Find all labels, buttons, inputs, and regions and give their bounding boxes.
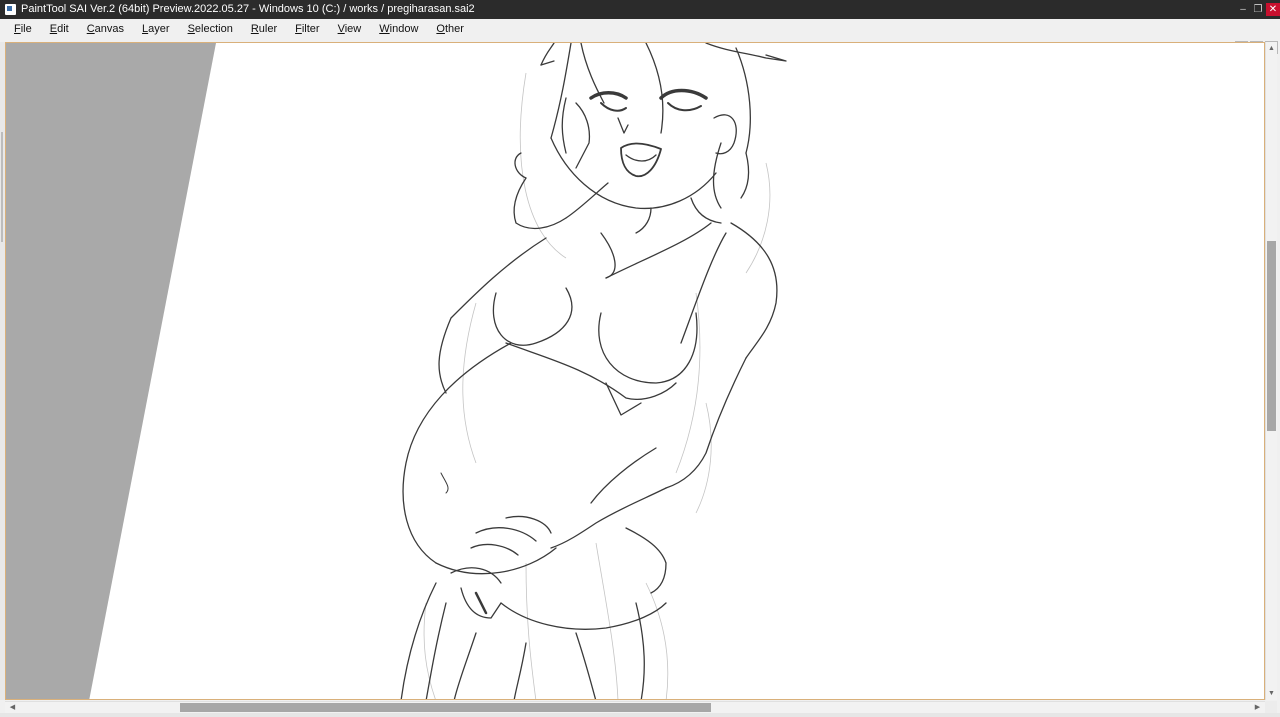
app-icon [5, 4, 16, 15]
horizontal-scroll-thumb[interactable] [180, 703, 711, 712]
menu-view[interactable]: View [332, 19, 368, 41]
scroll-right-arrow-icon[interactable]: ▶ [1252, 702, 1263, 713]
menu-bar: File Edit Canvas Layer Selection Ruler F… [0, 19, 1280, 54]
menu-file[interactable]: File [8, 19, 38, 41]
canvas-view[interactable] [5, 42, 1265, 700]
title-bar: PaintTool SAI Ver.2 (64bit) Preview.2022… [0, 0, 1280, 19]
vertical-scroll-thumb[interactable] [1267, 241, 1276, 431]
line-art [400, 43, 787, 699]
minimize-button[interactable]: – [1236, 3, 1250, 16]
outside-canvas-area [6, 43, 216, 699]
menu-filter[interactable]: Filter [289, 19, 325, 41]
menu-items: File Edit Canvas Layer Selection Ruler F… [8, 19, 476, 41]
menu-layer[interactable]: Layer [136, 19, 176, 41]
menu-other[interactable]: Other [430, 19, 470, 41]
maximize-button[interactable]: ❐ [1251, 3, 1265, 16]
horizontal-scrollbar[interactable]: ◀ ▶ [5, 701, 1265, 713]
canvas-drawing[interactable] [6, 43, 1265, 700]
scroll-left-arrow-icon[interactable]: ◀ [7, 702, 18, 713]
close-button[interactable]: ✕ [1266, 3, 1280, 16]
vertical-scrollbar[interactable]: ▲ ▼ [1265, 42, 1277, 700]
dock-handle[interactable] [1, 132, 3, 242]
window-title: PaintTool SAI Ver.2 (64bit) Preview.2022… [21, 3, 475, 15]
scroll-up-arrow-icon[interactable]: ▲ [1266, 43, 1277, 54]
sketch-lines [423, 72, 771, 699]
menu-edit[interactable]: Edit [44, 19, 75, 41]
menu-selection[interactable]: Selection [182, 19, 239, 41]
menu-window[interactable]: Window [373, 19, 424, 41]
menu-canvas[interactable]: Canvas [81, 19, 130, 41]
scrollbar-corner [1265, 701, 1277, 713]
scroll-down-arrow-icon[interactable]: ▼ [1266, 688, 1277, 699]
menu-ruler[interactable]: Ruler [245, 19, 283, 41]
window-bottom-border [0, 713, 1280, 717]
